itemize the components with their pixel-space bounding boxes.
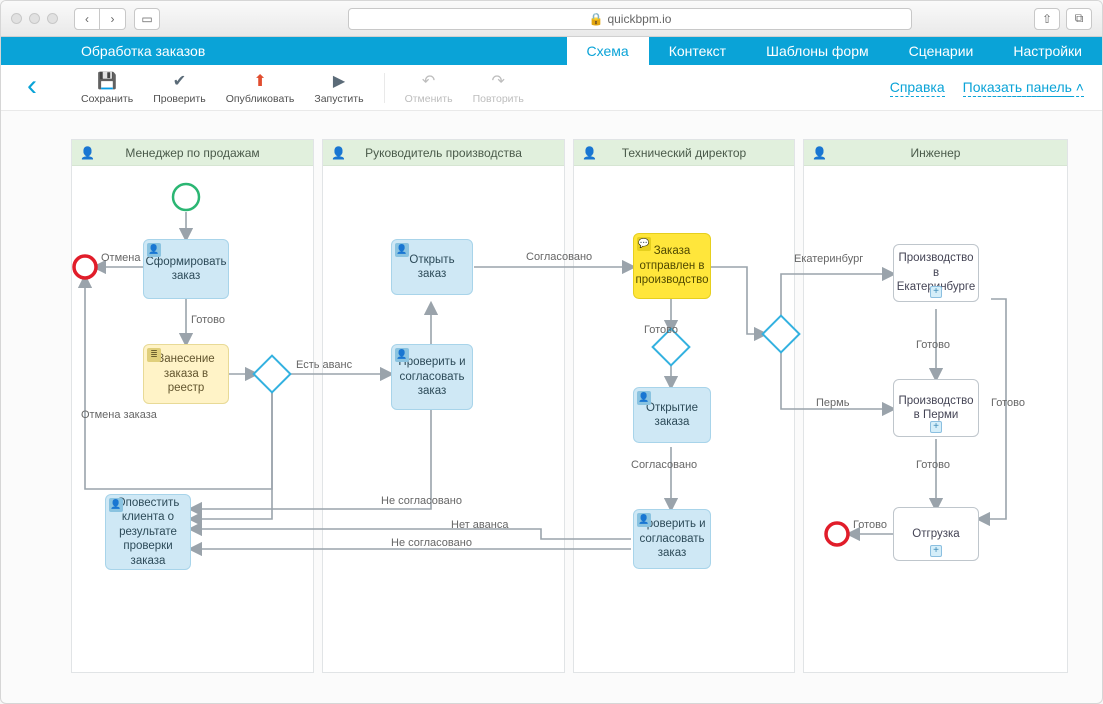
traffic-lights <box>11 13 58 24</box>
tab-context[interactable]: Контекст <box>649 37 746 65</box>
back-arrow[interactable]: ‹ <box>27 69 37 103</box>
help-link[interactable]: Справка <box>890 79 945 97</box>
script-icon: ≣ <box>147 348 161 362</box>
undo-icon: ↶ <box>422 71 435 91</box>
lane-title: Инженер <box>911 146 961 160</box>
user-icon: 👤 <box>395 243 409 257</box>
forward-button[interactable]: › <box>100 8 126 30</box>
check-button[interactable]: ✔ Проверить <box>153 71 206 105</box>
person-icon: 👤 <box>582 146 597 160</box>
person-icon: 👤 <box>331 146 346 160</box>
lane-title: Менеджер по продажам <box>125 146 259 160</box>
lock-icon: 🔒 <box>589 12 604 26</box>
sub-prod-ekb[interactable]: Производство в Екатеринбурге + <box>893 244 979 302</box>
run-icon: ▶ <box>333 71 345 91</box>
max-dot[interactable] <box>47 13 58 24</box>
expand-icon[interactable]: + <box>930 286 942 298</box>
diagram-canvas[interactable]: 👤 Менеджер по продажам 👤 Руководитель пр… <box>71 139 1082 673</box>
user-icon: 👤 <box>637 391 651 405</box>
lane-sales[interactable]: 👤 Менеджер по продажам <box>71 139 314 673</box>
label-not-agreed: Не согласовано <box>381 495 462 507</box>
share-button[interactable]: ⇧ <box>1034 8 1060 30</box>
task-open-order2[interactable]: 👤 Открытие заказа <box>633 387 711 443</box>
sidebar-button[interactable]: ▭ <box>134 8 160 30</box>
browser-chrome: ‹ › ▭ 🔒 quickbpm.io ⇧ ⧉ <box>1 1 1102 37</box>
tab-schema[interactable]: Схема <box>567 37 649 65</box>
save-button[interactable]: 💾 Сохранить <box>81 71 133 105</box>
page-title: Обработка заказов <box>81 43 205 59</box>
close-dot[interactable] <box>11 13 22 24</box>
url-text: quickbpm.io <box>607 12 671 26</box>
task-check-coord[interactable]: 👤 Проверить и согласовать заказ <box>391 344 473 410</box>
url-bar[interactable]: 🔒 quickbpm.io <box>348 8 912 30</box>
task-form-order[interactable]: 👤 Сформировать заказ <box>143 239 229 299</box>
label-advance: Есть аванс <box>296 359 352 371</box>
show-panel-link[interactable]: Показать панель ˄ <box>963 79 1084 97</box>
min-dot[interactable] <box>29 13 40 24</box>
undo-button[interactable]: ↶ Отменить <box>405 71 453 105</box>
tab-forms[interactable]: Шаблоны форм <box>746 37 889 65</box>
redo-icon: ↷ <box>491 71 504 91</box>
task-check-coord2[interactable]: 👤 Проверить и согласовать заказ <box>633 509 711 569</box>
sub-prod-perm[interactable]: Производство в Перми + <box>893 379 979 437</box>
expand-icon[interactable]: + <box>930 545 942 557</box>
label-agreed: Согласовано <box>526 251 592 263</box>
header-tabs: Схема Контекст Шаблоны форм Сценарии Нас… <box>567 37 1102 65</box>
task-register[interactable]: ≣ Занесение заказа в реестр <box>143 344 229 404</box>
task-open-order[interactable]: 👤 Открыть заказ <box>391 239 473 295</box>
expand-icon[interactable]: + <box>930 421 942 433</box>
user-icon: 👤 <box>109 498 123 512</box>
nav-back-forward: ‹ › <box>74 8 126 30</box>
message-icon: 💬 <box>637 237 651 251</box>
label-ready2: Готово <box>644 324 678 336</box>
user-icon: 👤 <box>637 513 651 527</box>
user-icon: 👤 <box>147 243 161 257</box>
label-not-agreed2: Не согласовано <box>391 537 472 549</box>
label-ready: Готово <box>191 314 225 326</box>
check-icon: ✔ <box>173 71 186 91</box>
person-icon: 👤 <box>812 146 827 160</box>
app-header: Обработка заказов Схема Контекст Шаблоны… <box>1 37 1102 65</box>
label-perm: Пермь <box>816 397 849 409</box>
label-ready3: Готово <box>916 339 950 351</box>
tab-scenarios[interactable]: Сценарии <box>889 37 994 65</box>
back-button[interactable]: ‹ <box>74 8 100 30</box>
person-icon: 👤 <box>80 146 95 160</box>
sub-ship[interactable]: Отгрузка + <box>893 507 979 561</box>
publish-icon: ⬆ <box>253 71 266 91</box>
label-cancel: Отмена <box>101 252 140 264</box>
publish-button[interactable]: ⬆ Опубликовать <box>226 71 295 105</box>
task-sent-prod[interactable]: 💬 Заказа отправлен в производство <box>633 233 711 299</box>
label-ekb: Екатеринбург <box>794 253 863 265</box>
editor-toolbar: 💾 Сохранить ✔ Проверить ⬆ Опубликовать ▶… <box>1 65 1102 111</box>
label-ready6: Готово <box>853 519 887 531</box>
lane-title: Руководитель производства <box>365 146 522 160</box>
tabs-button[interactable]: ⧉ <box>1066 8 1092 30</box>
redo-button[interactable]: ↷ Повторить <box>473 71 524 105</box>
save-icon: 💾 <box>97 71 117 91</box>
user-icon: 👤 <box>395 348 409 362</box>
label-ready5: Готово <box>991 397 1025 409</box>
label-ready4: Готово <box>916 459 950 471</box>
tab-settings[interactable]: Настройки <box>993 37 1102 65</box>
label-cancel-order: Отмена заказа <box>81 409 157 421</box>
label-no-advance: Нет аванса <box>451 519 508 531</box>
label-agreed2: Согласовано <box>631 459 697 471</box>
run-button[interactable]: ▶ Запустить <box>314 71 363 105</box>
lane-title: Технический директор <box>622 146 746 160</box>
task-notify[interactable]: 👤 Оповестить клиента о результате провер… <box>105 494 191 570</box>
